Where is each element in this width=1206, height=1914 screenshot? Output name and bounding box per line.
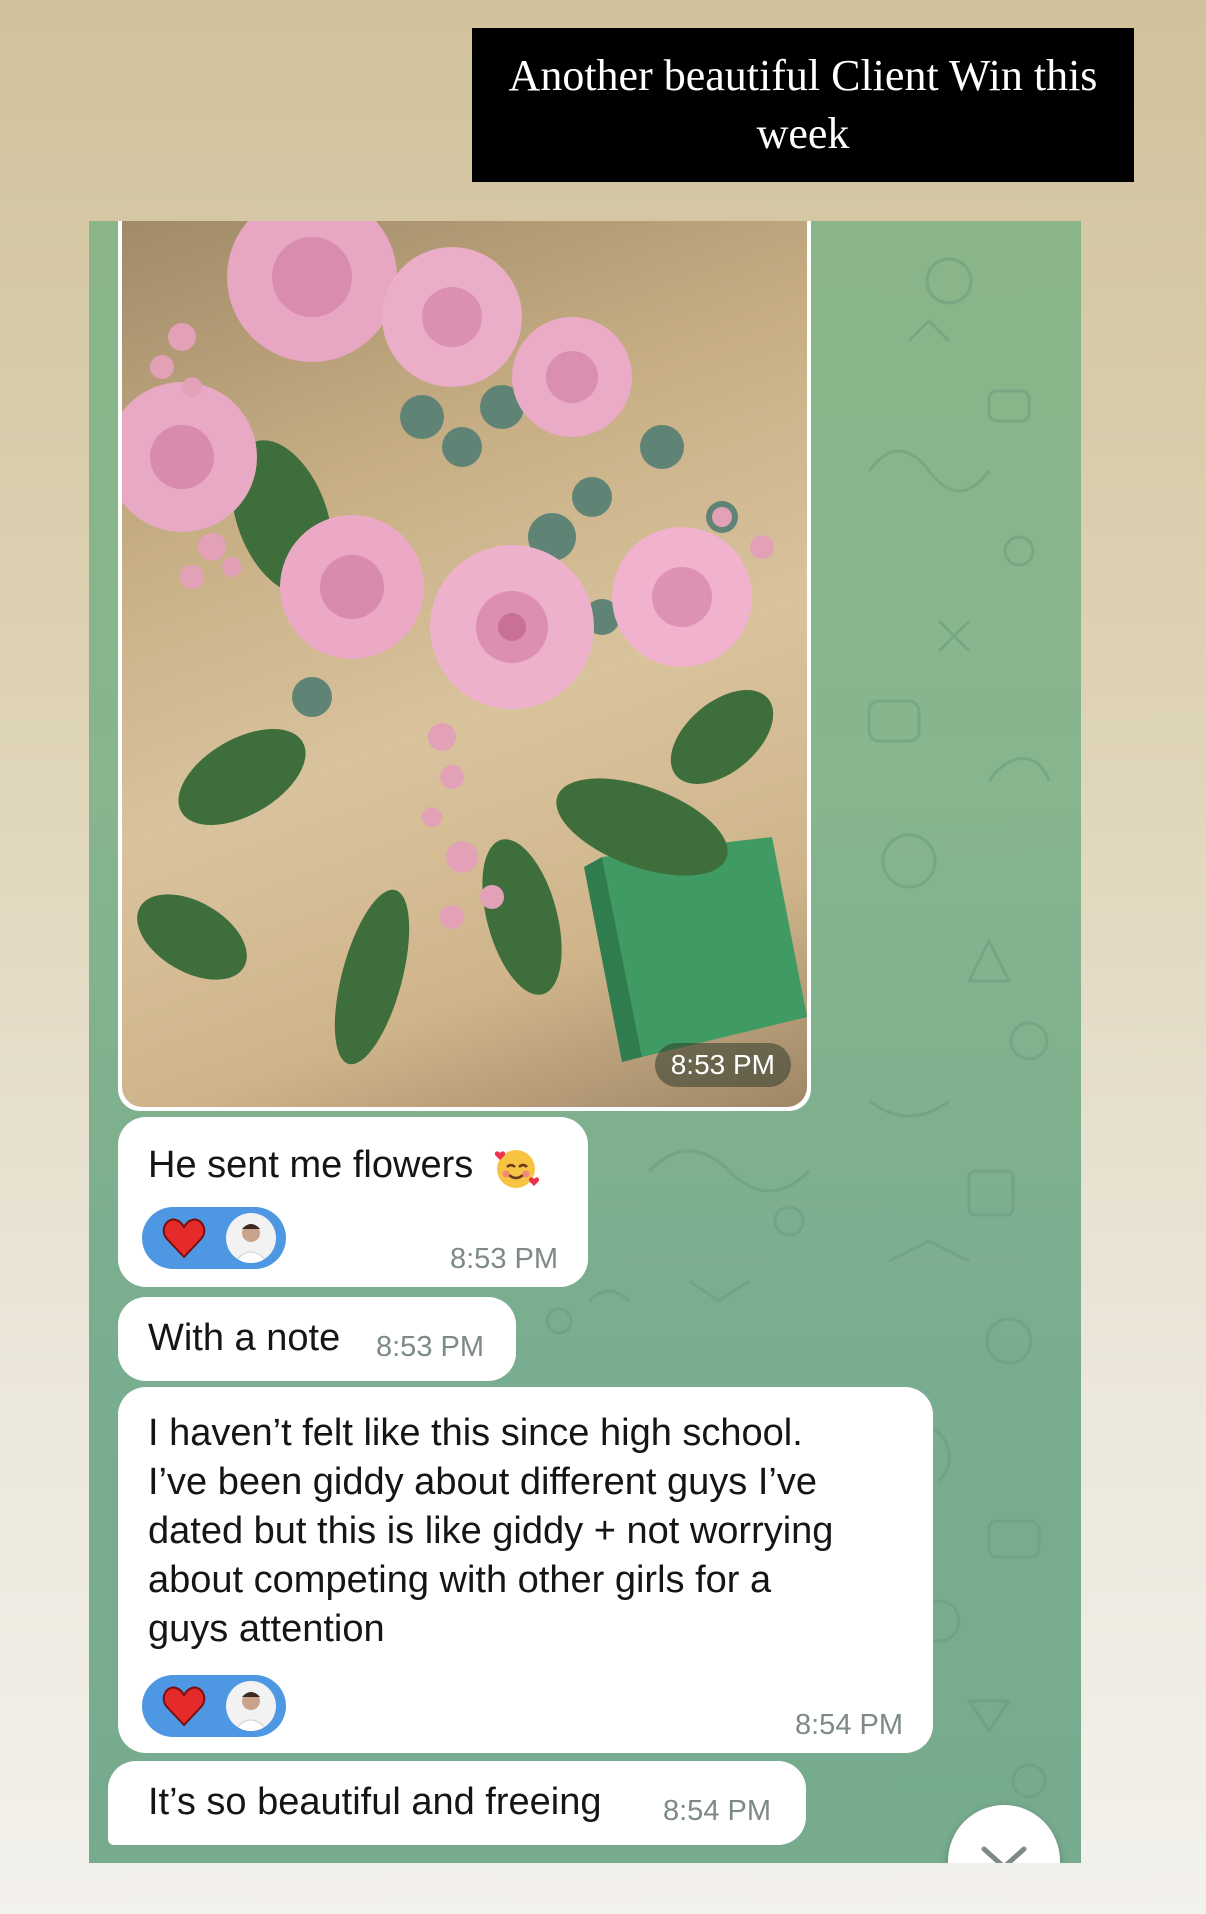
message-timestamp: 8:54 PM [795,1709,903,1741]
message-timestamp: 8:54 PM [663,1795,771,1827]
chat-view[interactable]: 8:53 PM He sent me flowers 8:53 PM With … [89,221,1081,1863]
message-text: With a note [148,1317,341,1359]
bouquet-illustration [122,221,807,1065]
message-text: He sent me flowers [148,1144,474,1187]
chevron-down-icon [981,1846,1027,1863]
photo-timestamp: 8:53 PM [654,1043,791,1087]
message-timestamp: 8:53 PM [450,1243,558,1275]
reaction-chip[interactable] [142,1207,286,1269]
message-text: It’s so beautiful and freeing [148,1781,602,1823]
story-caption: Another beautiful Client Win this week [472,28,1134,182]
message-bubble[interactable]: With a note 8:53 PM [118,1297,516,1381]
avatar [226,1213,276,1263]
avatar [226,1681,276,1731]
message-bubble[interactable]: I haven’t felt like this since high scho… [118,1387,933,1753]
flowers-photo[interactable]: 8:53 PM [122,221,807,1107]
heart-icon [162,1686,206,1727]
message-timestamp: 8:53 PM [376,1331,484,1363]
photo-message[interactable]: 8:53 PM [118,221,811,1111]
message-text: I haven’t felt like this since high scho… [148,1412,834,1650]
message-bubble[interactable]: It’s so beautiful and freeing 8:54 PM [108,1761,806,1845]
reaction-chip[interactable] [142,1675,286,1737]
scroll-to-bottom-button[interactable] [948,1805,1060,1863]
smiling-face-with-hearts-icon [494,1150,539,1188]
heart-icon [162,1218,206,1259]
message-bubble[interactable]: He sent me flowers 8:53 PM [118,1117,588,1287]
